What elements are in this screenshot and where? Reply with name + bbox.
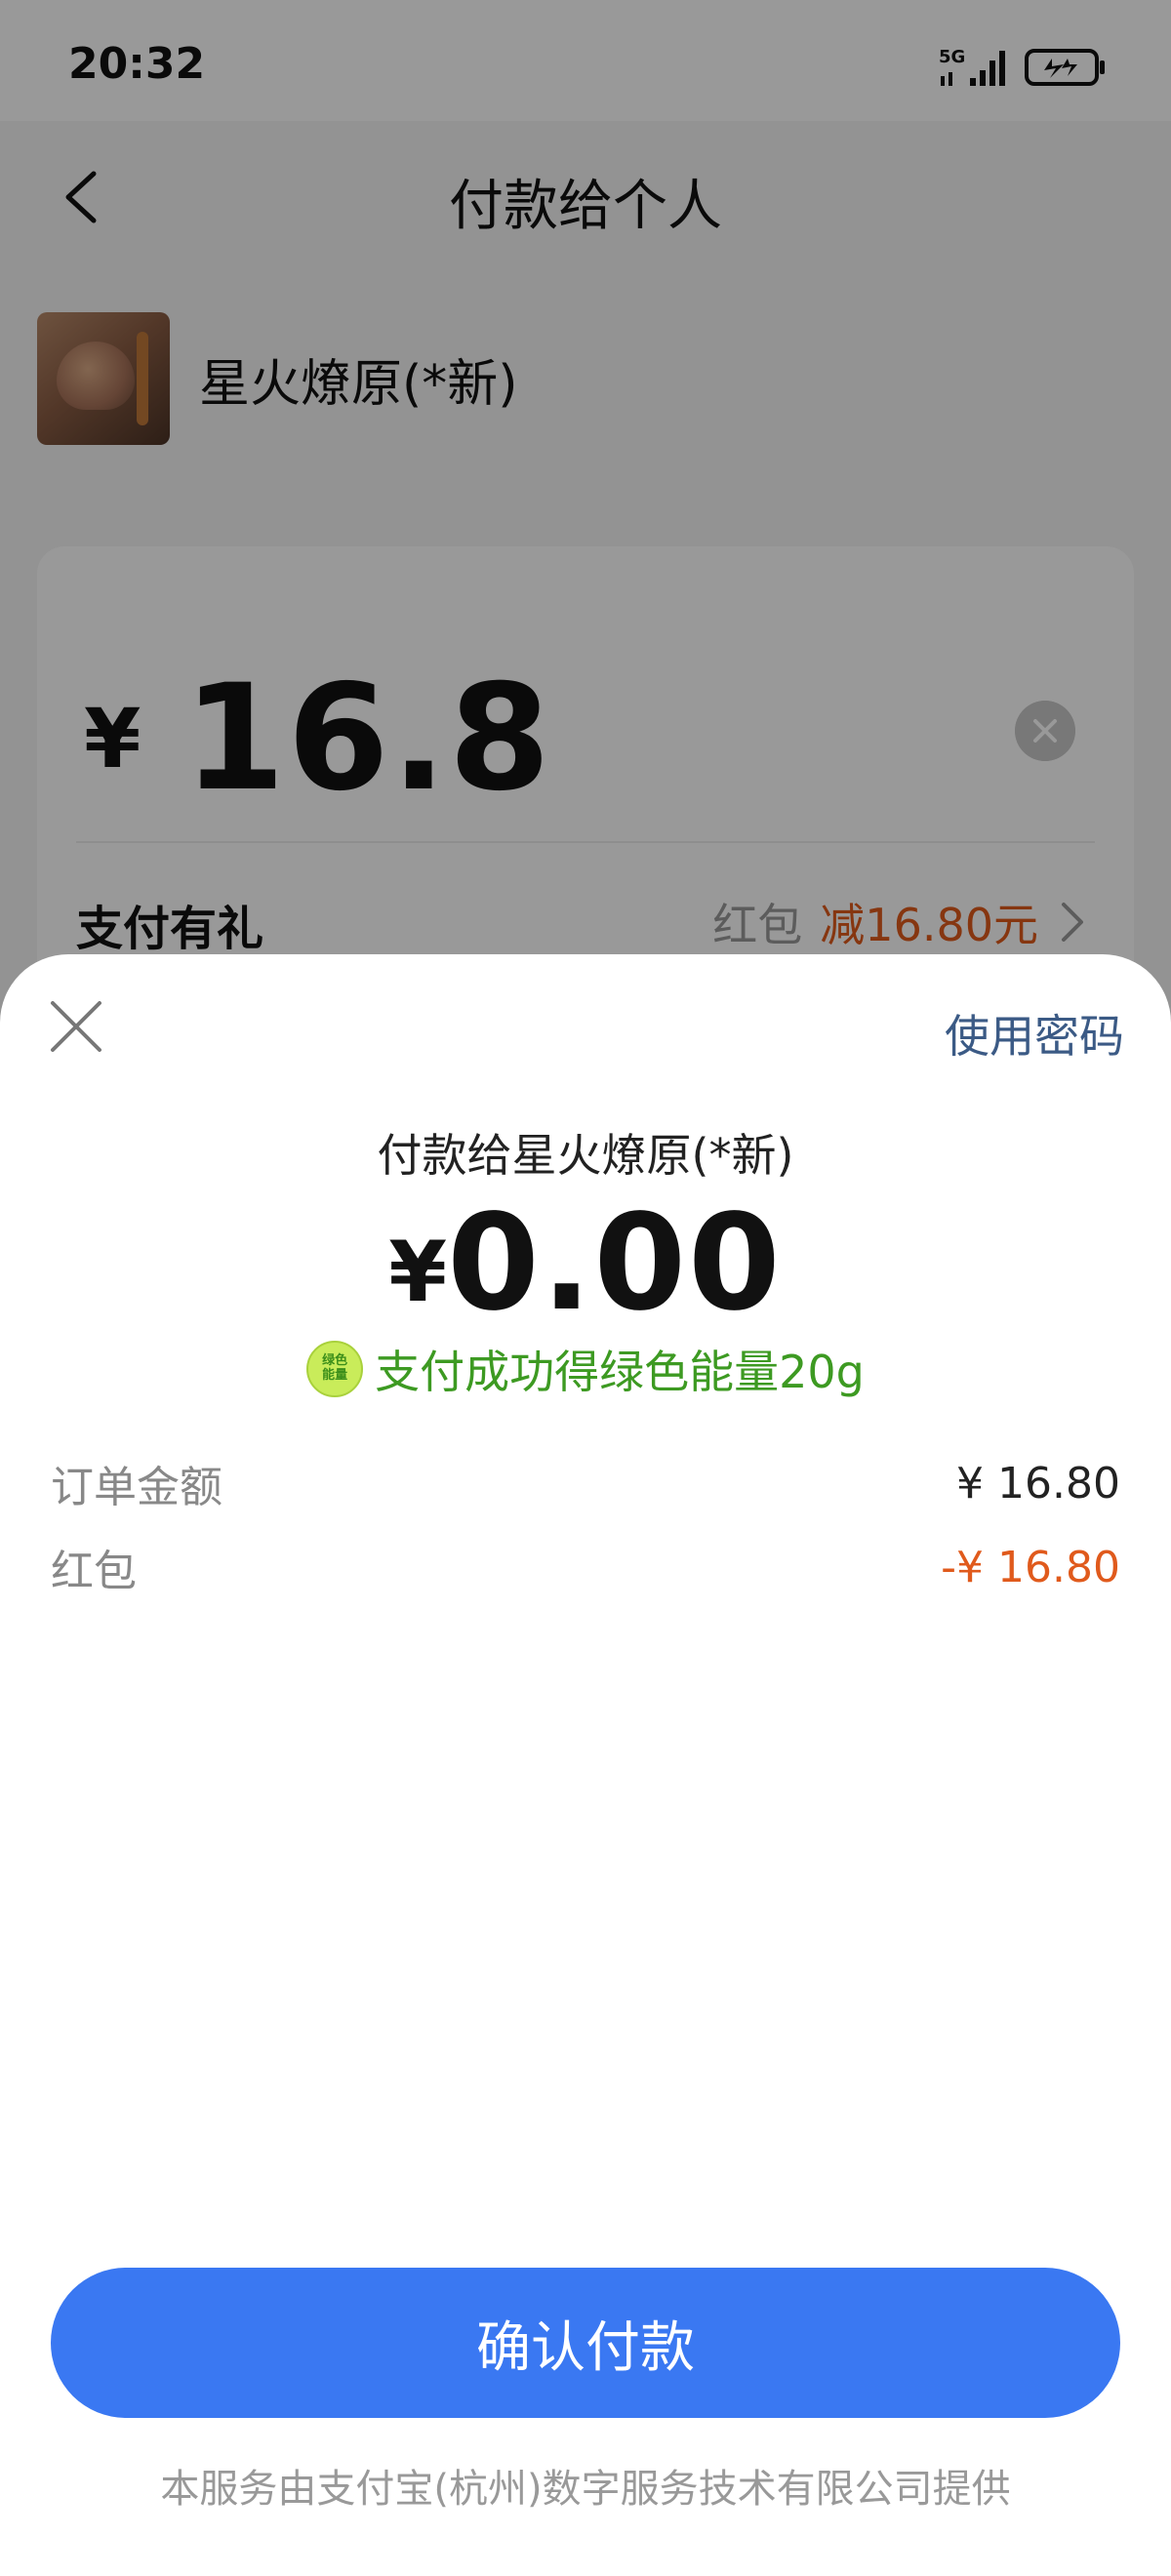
- red-packet-label: 红包: [51, 1547, 137, 1596]
- service-provider-note: 本服务由支付宝(杭州)数字服务技术有限公司提供: [160, 2467, 1011, 2512]
- energy-icon-text-1: 绿色: [322, 1353, 348, 1368]
- confirm-payment-button[interactable]: 确认付款: [51, 2268, 1120, 2418]
- energy-text: 支付成功得绿色能量20g: [375, 1346, 865, 1398]
- energy-reward: 绿色 能量 支付成功得绿色能量20g: [0, 1337, 1171, 1401]
- sheet-payee-line: 付款给星火燎原(*新): [377, 1129, 794, 1182]
- order-amount-value: ¥ 16.80: [956, 1458, 1120, 1509]
- energy-icon-text-2: 能量: [322, 1368, 348, 1383]
- use-password-link[interactable]: 使用密码: [945, 1001, 1124, 1066]
- payment-sheet: 使用密码 付款给星火燎原(*新) ¥0.00 绿色 能量 支付成功得绿色能量20…: [0, 954, 1171, 2576]
- red-packet-value: -¥ 16.80: [941, 1542, 1120, 1592]
- pay-amount: ¥0.00: [0, 1187, 1171, 1341]
- order-amount-label: 订单金额: [51, 1463, 222, 1512]
- red-packet-row: 红包 -¥ 16.80: [51, 1538, 1120, 1597]
- pay-currency-symbol: ¥: [388, 1224, 448, 1321]
- green-energy-icon: 绿色 能量: [306, 1341, 364, 1397]
- close-icon[interactable]: [49, 999, 103, 1054]
- pay-amount-value: 0.00: [447, 1187, 783, 1341]
- order-amount-row: 订单金额 ¥ 16.80: [51, 1454, 1120, 1513]
